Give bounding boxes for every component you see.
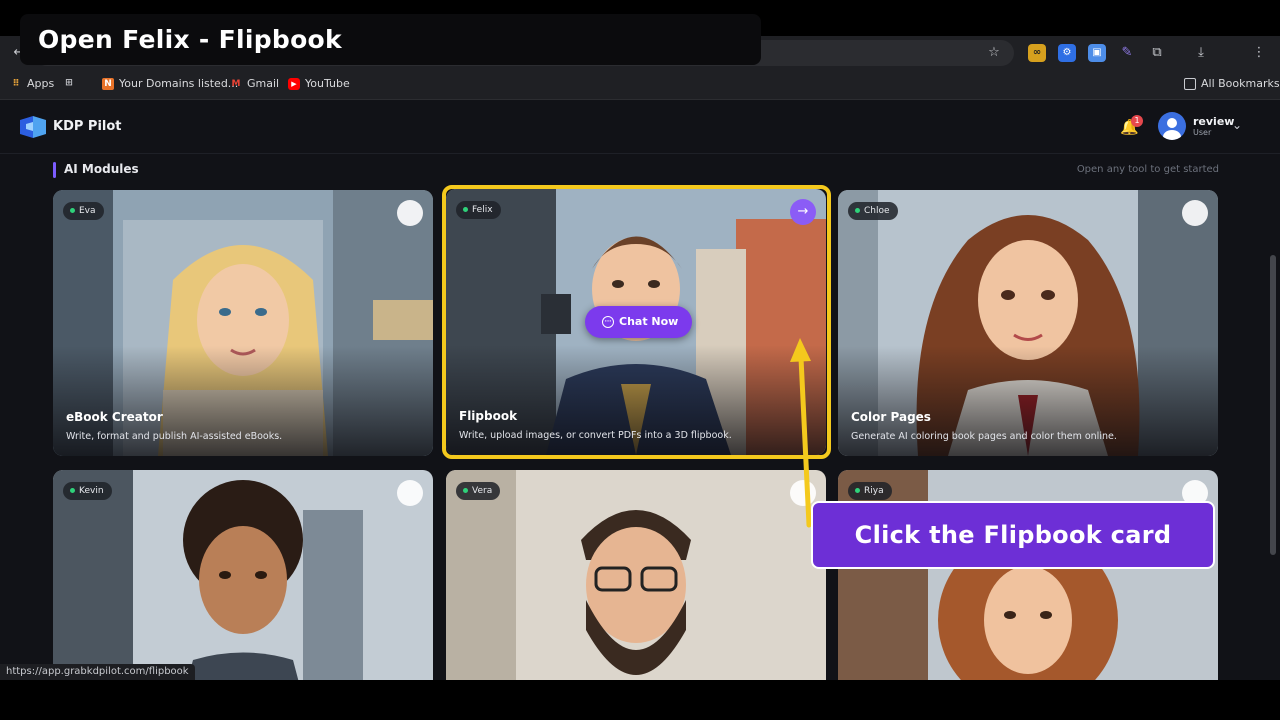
letterbox-bottom	[0, 680, 1280, 720]
persona-badge: Chloe	[848, 202, 898, 220]
persona-badge: Kevin	[63, 482, 112, 500]
menu-dots-icon[interactable]: ⋮	[1250, 44, 1268, 62]
user-name: review	[1193, 115, 1235, 128]
bookmark-label: Gmail	[247, 77, 280, 90]
bookmark-label: Apps	[27, 77, 55, 90]
section-hint: Open any tool to get started	[1076, 164, 1219, 175]
bookmark-tab-groups[interactable]: ⊞	[63, 77, 75, 89]
module-card-color-pages[interactable]: Chloe Color Pages Generate AI coloring b…	[838, 190, 1218, 456]
apps-grid-icon: ⠿	[12, 78, 20, 89]
card-corner-button[interactable]	[790, 480, 816, 506]
card-corner-button[interactable]	[397, 480, 423, 506]
card-description: Generate AI coloring book pages and colo…	[851, 431, 1117, 442]
kdp-pilot-logo[interactable]	[20, 116, 46, 138]
all-bookmarks-label: All Bookmarks	[1201, 77, 1280, 90]
section-title: AI Modules	[64, 162, 139, 176]
status-url: https://app.grabkdpilot.com/flipbook	[0, 664, 195, 680]
download-icon[interactable]: ⤓	[1192, 44, 1210, 62]
notification-badge: 1	[1131, 115, 1143, 127]
tab-groups-icon: ⊞	[65, 78, 73, 88]
step-title: Open Felix - Flipbook	[20, 14, 761, 65]
persona-badge: Riya	[848, 482, 892, 500]
user-icon	[1163, 118, 1181, 140]
star-icon[interactable]: ☆	[985, 44, 1003, 62]
puzzle-icon[interactable]: ⧉	[1148, 44, 1166, 62]
card-title: eBook Creator	[66, 410, 163, 424]
avatar[interactable]	[1158, 112, 1186, 140]
card-corner-button[interactable]	[1182, 200, 1208, 226]
bookmark-label: Your Domains listed...	[119, 77, 239, 90]
persona-badge: Vera	[456, 482, 501, 500]
app-header: KDP Pilot 🔔 1 review User ⌄	[0, 100, 1280, 154]
module-card-ebook-creator[interactable]: Eva eBook Creator Write, format and publ…	[53, 190, 433, 456]
brand-name: KDP Pilot	[53, 119, 122, 134]
bookmarks-bar: ⠿ Apps ⊞ N Your Domains listed... M Gmai…	[0, 68, 1280, 100]
user-role: User	[1193, 128, 1212, 137]
chevron-down-icon[interactable]: ⌄	[1232, 118, 1242, 132]
youtube-icon: ▶	[288, 77, 300, 90]
module-card-vera[interactable]: Vera	[446, 470, 826, 680]
folder-icon	[1184, 77, 1196, 90]
extension-icon[interactable]: ∞	[1028, 44, 1046, 62]
section-accent-bar	[53, 162, 56, 178]
bookmark-apps[interactable]: ⠿ Apps	[10, 77, 54, 90]
card-title: Color Pages	[851, 410, 931, 424]
card-description: Write, format and publish AI-assisted eB…	[66, 431, 283, 442]
vera-portrait	[446, 470, 826, 680]
scrollbar[interactable]	[1270, 255, 1276, 555]
kevin-portrait	[53, 470, 433, 680]
gmail-icon: M	[231, 78, 241, 89]
bookmark-youtube[interactable]: ▶ YouTube	[288, 77, 350, 90]
bookmark-domains[interactable]: N Your Domains listed...	[102, 77, 238, 90]
domain-favicon: N	[102, 77, 114, 90]
flipbook-highlight-frame	[442, 185, 831, 459]
persona-badge: Eva	[63, 202, 104, 220]
extension-icon[interactable]: ▣	[1088, 44, 1106, 62]
card-corner-button[interactable]	[397, 200, 423, 226]
all-bookmarks[interactable]: All Bookmarks	[1184, 77, 1280, 90]
extension-icon[interactable]: ✎	[1118, 44, 1136, 62]
module-card-kevin[interactable]: Kevin	[53, 470, 433, 680]
instruction-callout: Click the Flipbook card	[811, 501, 1215, 569]
bookmark-label: YouTube	[305, 77, 350, 90]
bookmark-gmail[interactable]: M Gmail	[230, 77, 280, 90]
extension-icon[interactable]: ⚙	[1058, 44, 1076, 62]
